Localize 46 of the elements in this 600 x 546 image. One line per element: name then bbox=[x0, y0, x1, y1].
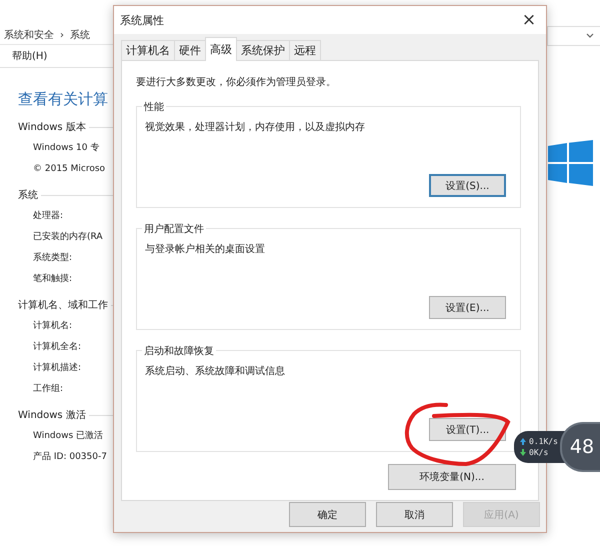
dialog-title: 系统属性 bbox=[120, 12, 164, 28]
download-speed: 0K/s bbox=[529, 448, 548, 457]
group-description: 与登录帐户相关的桌面设置 bbox=[145, 242, 266, 256]
close-button[interactable]: × bbox=[512, 6, 546, 34]
upload-speed: 0.1K/s bbox=[529, 437, 558, 446]
info-label: Windows 10 专 bbox=[32, 142, 100, 155]
group-title: 用户配置文件 bbox=[142, 222, 206, 236]
dropdown-caret-icon[interactable] bbox=[586, 33, 594, 39]
group-title: 启动和故障恢复 bbox=[142, 344, 216, 358]
breadcrumb-item[interactable]: 系统 bbox=[70, 28, 90, 42]
tab[interactable]: 计算机名 bbox=[121, 40, 175, 60]
settings-button[interactable]: 设置(S)... bbox=[429, 174, 506, 197]
info-label: 计算机描述: bbox=[32, 362, 82, 375]
info-label: 计算机全名: bbox=[32, 340, 82, 354]
info-label: 处理器: bbox=[32, 210, 64, 223]
dialog-button[interactable]: 取消 bbox=[376, 502, 453, 527]
settings-button[interactable]: 设置(E)... bbox=[429, 296, 506, 319]
section-title: Windows 激活 bbox=[18, 409, 86, 422]
section-title: 系统 bbox=[18, 188, 38, 202]
section-title: Windows 版本 bbox=[18, 120, 86, 134]
info-label: 已安装的内存(RA bbox=[32, 230, 104, 244]
usage-percent: 48 bbox=[570, 436, 594, 458]
info-label: 产品 ID: 00350-7 bbox=[32, 450, 108, 464]
dialog-button[interactable]: 确定 bbox=[289, 502, 366, 527]
info-label: 系统类型: bbox=[32, 252, 74, 265]
breadcrumb-item[interactable]: › bbox=[60, 30, 64, 40]
breadcrumb-item[interactable]: 系统和安全 bbox=[4, 28, 54, 42]
info-label: 工作组: bbox=[32, 382, 64, 396]
menu-item[interactable]: 帮助(H) bbox=[12, 49, 48, 63]
tab[interactable]: 高级 bbox=[205, 37, 237, 61]
group-description: 视觉效果，处理器计划，内存使用，以及虚拟内存 bbox=[145, 120, 366, 134]
settings-button[interactable]: 设置(T)... bbox=[429, 418, 506, 441]
info-label: Windows 已激活 bbox=[32, 430, 104, 443]
info-label: 计算机名: bbox=[32, 320, 74, 333]
environment-variables-button[interactable]: 环境变量(N)... bbox=[388, 464, 516, 490]
notice-text: 要进行大多数更改，你必须作为管理员登录。 bbox=[136, 76, 337, 89]
info-label: © 2015 Microso bbox=[32, 163, 106, 176]
download-arrow-icon bbox=[520, 449, 526, 456]
tab[interactable]: 远程 bbox=[289, 40, 321, 60]
windows-logo-icon bbox=[548, 140, 593, 186]
section-title: 计算机名、域和工作 bbox=[18, 298, 108, 312]
page-heading: 查看有关计算 bbox=[18, 90, 109, 109]
upload-arrow-icon bbox=[520, 438, 526, 445]
info-label: 笔和触摸: bbox=[32, 272, 74, 286]
group-title: 性能 bbox=[142, 100, 166, 114]
group-description: 系统启动、系统故障和调试信息 bbox=[145, 364, 286, 378]
